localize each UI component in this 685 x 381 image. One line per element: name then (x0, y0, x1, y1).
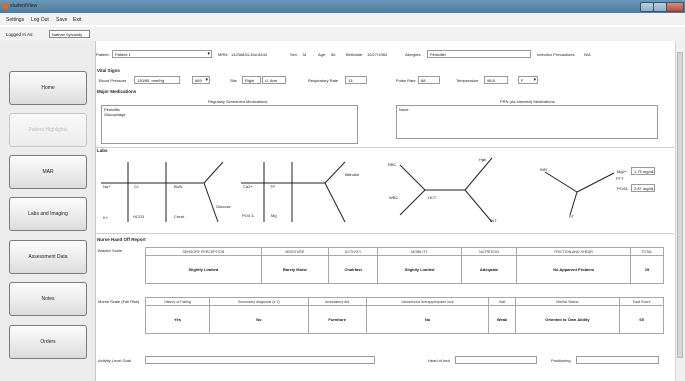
morse-total: 65 (619, 305, 664, 334)
lab-ca: Ca2+ (243, 184, 253, 189)
lab-po43-field[interactable]: 2.87 mg/dL (631, 184, 655, 192)
morse-cell[interactable]: Oriented to Own Ability (514, 305, 621, 334)
lab-mg: Mg (271, 213, 277, 218)
braden-cell[interactable]: No Apparent Problem (516, 255, 631, 284)
lab-mg2-field[interactable]: 1.75 mg/dL (631, 167, 655, 175)
morse-cell[interactable]: No (365, 305, 490, 334)
lab-hct: HCT (428, 195, 437, 200)
braden-cell[interactable]: Slightly Limited (377, 255, 462, 284)
lab-inr: INR (540, 167, 547, 172)
morse-label: Morse Scale (Fall Risk) (98, 299, 140, 304)
lab-glucose: Glucose (216, 204, 231, 209)
morse-cell[interactable]: Yes (144, 305, 211, 334)
braden-header: ACTIVITY (327, 247, 379, 256)
morse-header: Intravenous therapy/heparin lock (365, 297, 490, 306)
lab-k: K+ (103, 215, 109, 220)
lab-cl: Cl- (134, 184, 140, 189)
morse-header: Gait (488, 297, 516, 306)
report-title: Nurse Hand Off Report (97, 237, 146, 242)
morse-header: Secondary diagnosis (≥ 2) (209, 297, 309, 306)
braden-total: 15 (629, 255, 665, 284)
morse-header: Mental Status (514, 297, 621, 306)
activity-goal-label: Activity Level Goal (98, 358, 131, 363)
braden-header: NUTRITION (460, 247, 518, 256)
lab-po4: PO4 3- (242, 213, 255, 218)
braden-table: SENSORY PERCEPTION MOISTURE ACTIVITY MOB… (145, 247, 665, 284)
lab-mg2-label: Mg2+ (617, 169, 628, 174)
lab-po43-label: PO43- (617, 186, 629, 191)
lab-na: Na+ (103, 184, 111, 189)
lab-plt: PLT (490, 218, 498, 223)
morse-header: Ambulatory Aid (307, 297, 367, 306)
lab-bilirubin: Bilirubin (345, 172, 360, 177)
morse-header: Total Score (619, 297, 664, 306)
braden-cell[interactable]: Chairfast (327, 255, 379, 284)
lab-creat: Creat. (174, 214, 185, 219)
morse-cell[interactable]: Weak (488, 305, 516, 334)
positioning-label: Positioning (551, 358, 571, 363)
lab-wbc: WBC (389, 195, 399, 200)
scrollbar-thumb[interactable] (677, 52, 683, 358)
positioning-field[interactable] (576, 356, 659, 364)
lab-pt: PT (569, 214, 575, 219)
morse-header: History of Falling (144, 297, 211, 306)
braden-header: MOBILITY (377, 247, 462, 256)
braden-header: FRICTION AND SHEAR (516, 247, 631, 256)
activity-goal-field[interactable] (145, 356, 375, 364)
braden-cell[interactable]: Rarely Moist (260, 255, 329, 284)
divider (96, 233, 674, 234)
braden-label: Braden Scale (98, 248, 123, 253)
head-of-bed-field[interactable] (455, 356, 537, 364)
braden-cell[interactable]: Adequate (460, 255, 518, 284)
braden-header: TOTAL (629, 247, 665, 256)
lab-bun: BUN (174, 184, 183, 189)
head-of-bed-label: Head of bed (428, 358, 450, 363)
lab-rbc: RBC (388, 162, 397, 167)
lab-ptt: PTT (616, 176, 624, 181)
lab-hgb: Hgb (479, 157, 487, 162)
braden-header: SENSORY PERCEPTION (145, 247, 262, 256)
lab-hco3: HCO3 (133, 214, 145, 219)
braden-header: MOISTURE (260, 247, 329, 256)
morse-table: History of Falling Secondary diagnosis (… (144, 297, 664, 334)
morse-cell[interactable]: No (209, 305, 309, 334)
braden-cell[interactable]: Slightly Limited (145, 255, 262, 284)
lab-tp: TP (270, 184, 276, 189)
morse-cell[interactable]: Furniture (307, 305, 367, 334)
